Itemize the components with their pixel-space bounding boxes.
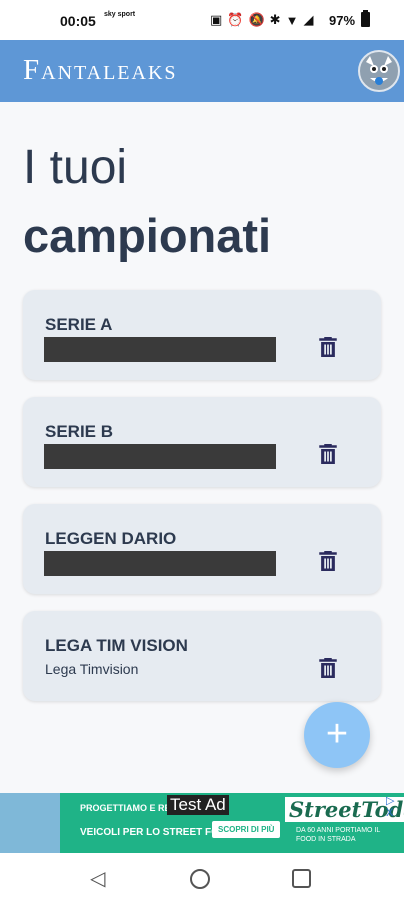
league-subtitle-redacted [44,337,276,362]
logo-icon[interactable] [358,50,400,92]
ad-subline: VEICOLI PER LO STREET FOOD [80,827,234,838]
bluetooth-icon: ✱ [269,12,281,27]
delete-icon[interactable] [319,444,337,464]
league-card[interactable]: LEGGEN DARIO [23,504,381,594]
logo-mascot-icon [361,53,397,89]
battery-icon [361,10,370,27]
page-title-line1: I tuoi [23,141,128,194]
league-name: LEGGEN DARIO [45,529,177,548]
status-bar: 00:05 sky sport ▣ ⏰ 🔕 ✱ ▼ ◢ 97% [0,0,404,40]
page-title-line2: campionati [23,209,272,262]
status-icons: ▣ ⏰ 🔕 ✱ ▼ ◢ [210,12,313,28]
system-nav-bar: ◁ [0,853,404,900]
nfc-icon: ▣ [210,12,223,27]
league-card[interactable]: SERIE B [23,397,381,487]
sky-sport-icon: sky sport [104,11,136,18]
league-name: LEGA TIM VISION [45,636,188,655]
league-subtitle-redacted [44,551,276,576]
delete-icon[interactable] [319,658,337,678]
app-title: Fantaleaks [23,54,178,86]
wifi-icon: ▼ [285,12,299,28]
ad-headline: PROGETTIAMO E REA [80,803,178,813]
league-subtitle-redacted [44,444,276,469]
mute-icon: 🔕 [248,12,265,27]
league-subtitle: Lega Timvision [45,661,139,677]
league-name: SERIE A [45,315,113,334]
add-league-button[interactable]: + [304,702,370,768]
delete-icon[interactable] [319,551,337,571]
test-ad-label: Test Ad [167,795,229,815]
league-card[interactable]: SERIE A [23,290,381,380]
delete-icon[interactable] [319,337,337,357]
battery-percent: 97% [329,13,356,28]
league-name: SERIE B [45,422,114,441]
ad-brand-tagline: DA 60 ANNI PORTIAMO IL FOOD IN STRADA [296,827,381,843]
ad-image [0,793,60,853]
ad-cta-button[interactable]: SCOPRI DI PIÙ [212,821,281,838]
alarm-icon: ⏰ [227,12,244,27]
status-time: 00:05 [60,13,96,29]
signal-icon: ◢ [303,12,314,27]
app-bar: Fantaleaks [0,40,404,102]
back-icon[interactable]: ◁ [90,866,105,891]
ad-banner[interactable]: PROGETTIAMO E REA VEICOLI PER LO STREET … [0,793,404,853]
league-card[interactable]: LEGA TIM VISION Lega Timvision [23,611,381,701]
home-icon[interactable] [190,869,210,889]
recents-icon[interactable] [292,869,311,888]
ad-choices-icon[interactable]: ▷ X [386,794,404,819]
